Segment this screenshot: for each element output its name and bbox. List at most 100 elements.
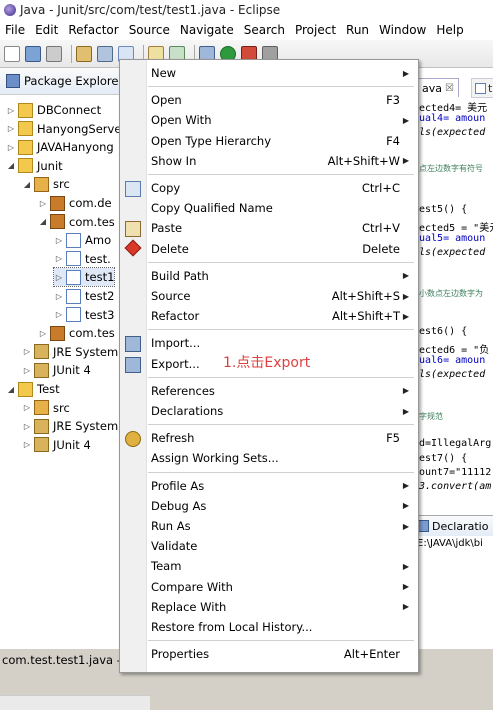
print-icon[interactable]: [46, 45, 62, 62]
horizontal-scrollbar[interactable]: [0, 695, 150, 710]
tree-item[interactable]: ▷ DBConnect: [6, 101, 101, 119]
expand-arrow-icon[interactable]: ▷: [54, 236, 64, 245]
code-line: est7() {: [419, 453, 468, 464]
java-file-icon: [66, 288, 81, 304]
menu-window[interactable]: Window: [374, 23, 431, 37]
tree-item[interactable]: ◢ com.tes: [38, 213, 115, 231]
declaration-view-tab[interactable]: Declaratio: [417, 515, 493, 536]
java-file-icon: [66, 269, 81, 285]
menu-file[interactable]: File: [0, 23, 30, 37]
tree-item[interactable]: ▷ test.: [54, 250, 111, 268]
menu-item-assign-working-sets[interactable]: Assign Working Sets...: [120, 448, 418, 468]
menu-item-profile-as[interactable]: Profile As ▶: [120, 476, 418, 496]
collapse-arrow-icon[interactable]: ◢: [6, 385, 16, 394]
tree-item[interactable]: ▷ Amo: [54, 231, 111, 249]
tree-item[interactable]: ◢ Junit: [6, 157, 63, 175]
menu-item-new[interactable]: New ▶: [120, 63, 418, 83]
tree-item[interactable]: ▷ test1: [52, 267, 116, 288]
expand-arrow-icon[interactable]: ▷: [38, 199, 48, 208]
expand-arrow-icon[interactable]: ▷: [22, 440, 32, 449]
close-icon[interactable]: ☒: [445, 83, 454, 94]
tree-item-label: DBConnect: [37, 103, 102, 117]
menu-run[interactable]: Run: [341, 23, 374, 37]
tool-icon[interactable]: [97, 45, 113, 62]
menu-item-shortcut: Alt+Enter: [343, 647, 400, 662]
expand-arrow-icon[interactable]: ▷: [22, 366, 32, 375]
tree-item[interactable]: ▷ HanyongServe: [6, 120, 121, 138]
tree-item[interactable]: ▷ JRE System: [22, 417, 118, 435]
menu-source[interactable]: Source: [124, 23, 175, 37]
expand-arrow-icon[interactable]: ▷: [6, 106, 16, 115]
tree-item[interactable]: ▷ src: [22, 399, 70, 417]
menu-item-refactor[interactable]: Refactor Alt+Shift+T ▶: [120, 306, 418, 326]
menu-item-replace-with[interactable]: Replace With ▶: [120, 597, 418, 617]
menu-item-references[interactable]: References ▶: [120, 381, 418, 401]
menu-item-open[interactable]: Open F3: [120, 90, 418, 110]
menu-item-declarations[interactable]: Declarations ▶: [120, 401, 418, 421]
new-wizard-icon[interactable]: [4, 45, 20, 62]
menu-item-run-as[interactable]: Run As ▶: [120, 516, 418, 536]
menu-item-open-type-hierarchy[interactable]: Open Type Hierarchy F4: [120, 131, 418, 151]
menu-item-open-with[interactable]: Open With ▶: [120, 110, 418, 130]
menu-project[interactable]: Project: [290, 23, 341, 37]
editor-tab-2[interactable]: te: [471, 78, 493, 98]
menu-item-label: Copy Qualified Name: [151, 201, 273, 216]
menu-separator: [148, 329, 414, 331]
menu-item-debug-as[interactable]: Debug As ▶: [120, 496, 418, 516]
expand-arrow-icon[interactable]: ▷: [54, 254, 64, 263]
expand-arrow-icon[interactable]: ▷: [54, 292, 64, 301]
annotation-text: 1.点击Export: [223, 355, 311, 371]
expand-arrow-icon[interactable]: ▷: [6, 124, 16, 133]
library-icon: [34, 344, 49, 360]
menu-item-delete[interactable]: Delete Delete: [120, 239, 418, 259]
menu-item-validate[interactable]: Validate: [120, 536, 418, 556]
tree-item[interactable]: ▷ com.tes: [38, 324, 115, 342]
menu-item-properties[interactable]: Properties Alt+Enter: [120, 644, 418, 664]
menu-refactor[interactable]: Refactor: [63, 23, 123, 37]
tree-item-label: Test: [37, 382, 60, 396]
expand-arrow-icon[interactable]: ▷: [54, 310, 64, 319]
save-icon[interactable]: [25, 45, 41, 62]
menu-item-restore-from-local-history[interactable]: Restore from Local History...: [120, 617, 418, 637]
collapse-arrow-icon[interactable]: ◢: [6, 161, 16, 170]
tree-item[interactable]: ▷ JRE System: [22, 343, 118, 361]
menu-item-refresh[interactable]: Refresh F5: [120, 428, 418, 448]
menu-item-compare-with[interactable]: Compare With ▶: [120, 577, 418, 597]
package-explorer-icon: [6, 74, 20, 88]
expand-arrow-icon[interactable]: ▷: [38, 329, 48, 338]
tree-item[interactable]: ◢ src: [22, 175, 70, 193]
build-icon[interactable]: [76, 45, 92, 62]
menu-edit[interactable]: Edit: [30, 23, 63, 37]
import-icon: [125, 336, 141, 353]
expand-arrow-icon[interactable]: ▷: [54, 273, 64, 282]
editor-tab[interactable]: ava ☒: [417, 78, 459, 97]
menu-item-source[interactable]: Source Alt+Shift+S ▶: [120, 286, 418, 306]
menu-item-import[interactable]: Import...: [120, 333, 418, 353]
expand-arrow-icon[interactable]: ▷: [6, 143, 16, 152]
tree-item[interactable]: ▷ JUnit 4: [22, 436, 91, 454]
tree-item[interactable]: ◢ Test: [6, 380, 60, 398]
menu-item-show-in[interactable]: Show In Alt+Shift+W ▶: [120, 151, 418, 171]
menu-item-build-path[interactable]: Build Path ▶: [120, 266, 418, 286]
expand-arrow-icon[interactable]: ▷: [22, 422, 32, 431]
collapse-arrow-icon[interactable]: ◢: [22, 180, 32, 189]
menu-item-team[interactable]: Team ▶: [120, 556, 418, 576]
toolbar-separator: [71, 44, 72, 63]
expand-arrow-icon[interactable]: ▷: [22, 347, 32, 356]
tree-item[interactable]: ▷ com.de: [38, 194, 112, 212]
tree-item[interactable]: ▷ JUnit 4: [22, 361, 91, 379]
menu-item-label: Show In: [151, 153, 197, 168]
java-file-icon: [475, 82, 486, 94]
expand-arrow-icon[interactable]: ▷: [22, 403, 32, 412]
collapse-arrow-icon[interactable]: ◢: [38, 217, 48, 226]
menu-item-paste[interactable]: Paste Ctrl+V: [120, 218, 418, 238]
menu-navigate[interactable]: Navigate: [175, 23, 239, 37]
menu-item-copy-qualified-name[interactable]: Copy Qualified Name: [120, 198, 418, 218]
tree-item[interactable]: ▷ JAVAHanyong: [6, 138, 114, 156]
copy-icon: [125, 181, 141, 197]
tree-item[interactable]: ▷ test3: [54, 306, 114, 324]
menu-search[interactable]: Search: [239, 23, 290, 37]
menu-item-copy[interactable]: Copy Ctrl+C: [120, 178, 418, 198]
menu-help[interactable]: Help: [431, 23, 468, 37]
tree-item[interactable]: ▷ test2: [54, 287, 114, 305]
